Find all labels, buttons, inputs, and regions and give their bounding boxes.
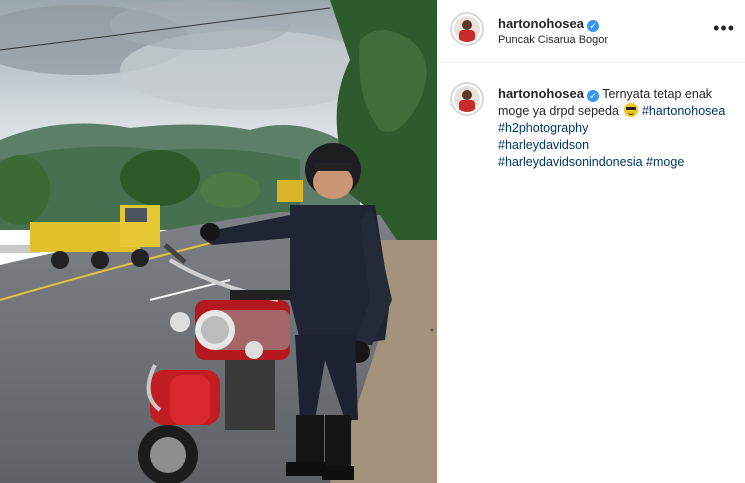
header-username-row: hartonohosea ✓ — [498, 15, 599, 33]
avatar-image — [454, 86, 480, 112]
avatar[interactable] — [450, 12, 484, 46]
more-options-icon[interactable]: ••• — [713, 18, 735, 39]
caption-username[interactable]: hartonohosea — [498, 86, 584, 101]
post-header: hartonohosea ✓ Puncak Cisarua Bogor ••• — [438, 0, 745, 63]
header-location[interactable]: Puncak Cisarua Bogor — [498, 34, 608, 46]
sunglasses-emoji-icon — [624, 103, 639, 117]
header-username[interactable]: hartonohosea — [498, 16, 584, 31]
motorcycle-photo — [0, 0, 437, 483]
post-caption: hartonohosea ✓ Ternyata tetap enak moge y… — [498, 85, 738, 171]
instagram-post: hartonohosea ✓ Puncak Cisarua Bogor ••• h… — [0, 0, 745, 483]
hashtag-link[interactable]: #h2photography — [498, 121, 588, 135]
avatar-image — [454, 16, 480, 42]
post-side-panel: hartonohosea ✓ Puncak Cisarua Bogor ••• h… — [437, 0, 745, 483]
post-photo[interactable] — [0, 0, 437, 483]
verified-badge-icon: ✓ — [586, 90, 599, 102]
hashtag-link[interactable]: #moge — [646, 155, 684, 169]
verified-badge-icon: ✓ — [586, 20, 599, 32]
hashtag-link[interactable]: #harleydavidsonindonesia — [498, 155, 643, 169]
caption-avatar[interactable] — [450, 82, 484, 116]
hashtag-link[interactable]: #harleydavidson — [498, 137, 738, 154]
hashtag-link[interactable]: #hartonohosea — [642, 104, 725, 118]
